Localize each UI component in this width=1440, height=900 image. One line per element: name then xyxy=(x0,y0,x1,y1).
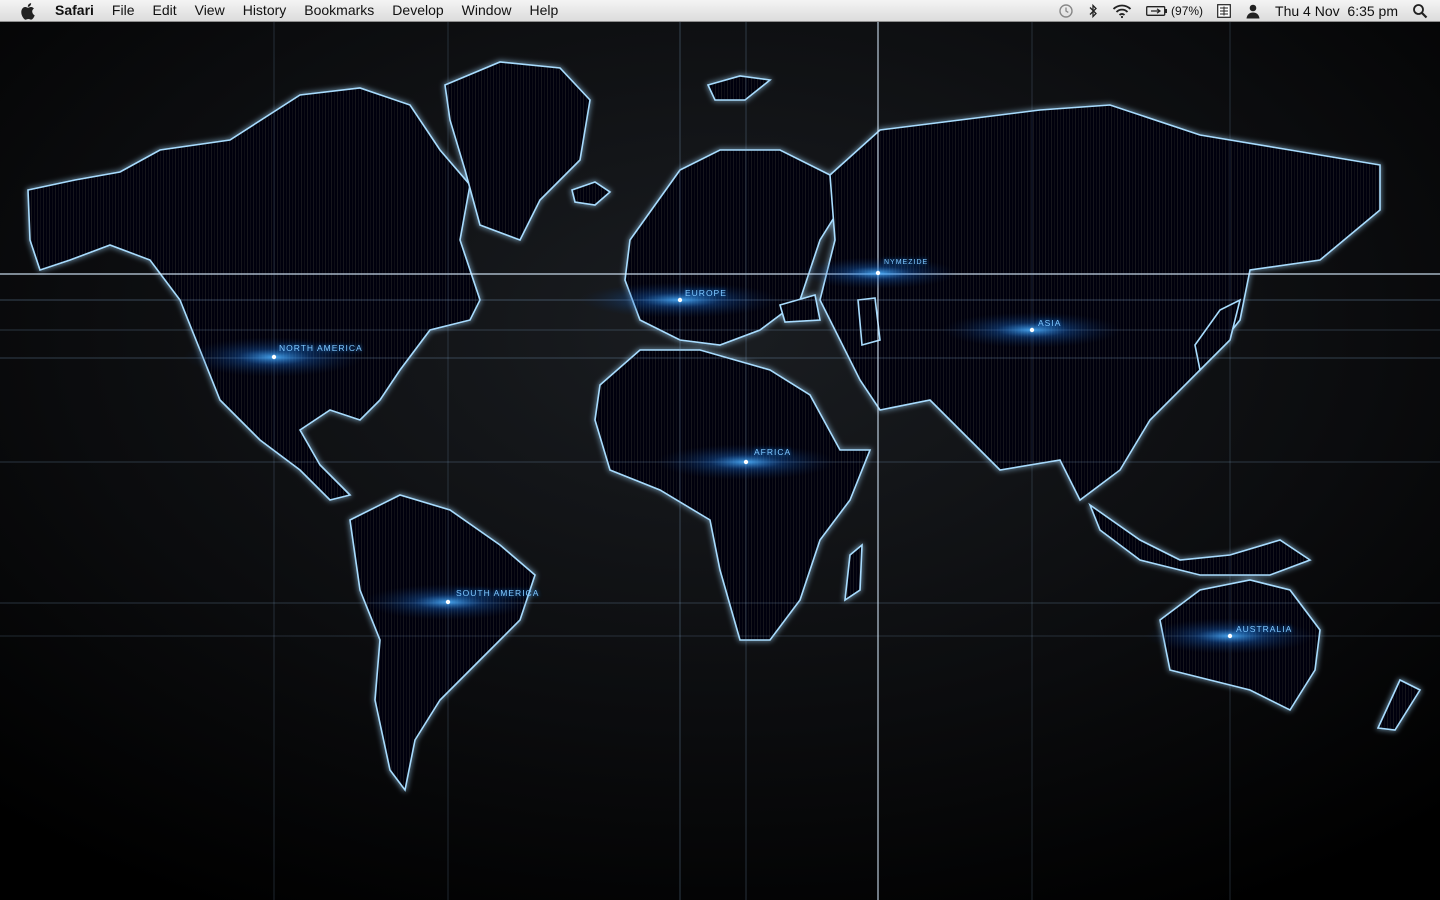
bluetooth-icon[interactable] xyxy=(1081,0,1105,21)
menu-view[interactable]: View xyxy=(186,0,234,21)
menu-history[interactable]: History xyxy=(234,0,296,21)
battery-icon xyxy=(1146,5,1168,16)
label-europe: EUROPE xyxy=(685,288,727,298)
menu-develop[interactable]: Develop xyxy=(383,0,452,21)
wifi-icon[interactable] xyxy=(1105,0,1139,21)
label-south-america: SOUTH AMERICA xyxy=(456,588,540,598)
user-icon[interactable] xyxy=(1238,0,1268,21)
label-nymezide: NYMEZIDE xyxy=(884,259,929,266)
menu-file[interactable]: File xyxy=(103,0,144,21)
label-asia: ASIA xyxy=(1038,318,1062,328)
apple-menu-icon[interactable] xyxy=(19,0,37,21)
menu-help[interactable]: Help xyxy=(520,0,567,21)
battery-status[interactable]: (97%) xyxy=(1139,0,1210,21)
battery-percent: (97%) xyxy=(1171,3,1204,18)
menu-bar: Safari File Edit View History Bookmarks … xyxy=(0,0,1440,22)
time-machine-icon[interactable] xyxy=(1051,0,1081,21)
menu-app-safari[interactable]: Safari xyxy=(53,0,103,21)
label-north-america: NORTH AMERICA xyxy=(279,343,363,353)
label-australia: AUSTRALIA xyxy=(1236,624,1293,634)
world-map xyxy=(0,22,1440,900)
menubar-clock[interactable]: Thu 4 Nov 6:35 pm xyxy=(1268,0,1405,21)
menu-edit[interactable]: Edit xyxy=(143,0,185,21)
spotlight-icon[interactable] xyxy=(1405,0,1440,21)
input-menu-icon[interactable] xyxy=(1210,0,1238,21)
label-africa: AFRICA xyxy=(754,447,792,457)
status-menus: (97%) Thu 4 Nov 6:35 pm xyxy=(1051,0,1440,21)
desktop-wallpaper: NORTH AMERICA EUROPE NYMEZIDE ASIA AFRIC… xyxy=(0,22,1440,900)
menu-window[interactable]: Window xyxy=(453,0,521,21)
menu-bookmarks[interactable]: Bookmarks xyxy=(295,0,383,21)
